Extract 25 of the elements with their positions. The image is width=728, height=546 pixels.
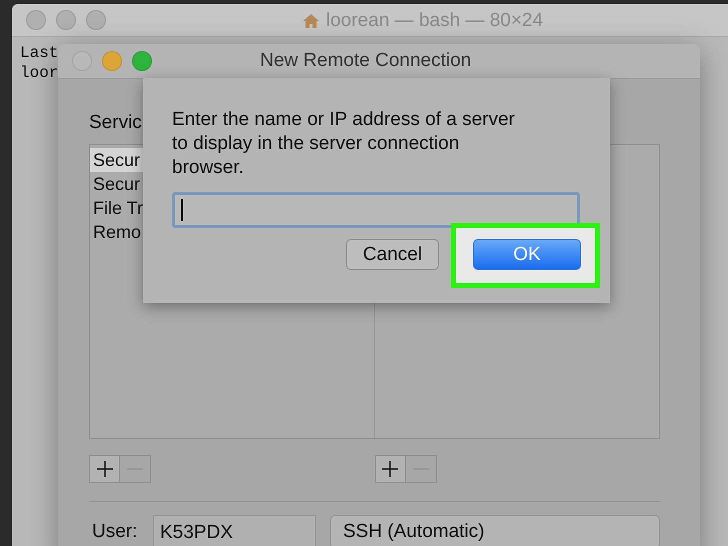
window-control-icon[interactable] — [26, 10, 46, 30]
service-item[interactable]: Secur — [90, 148, 143, 172]
home-icon — [302, 12, 320, 30]
server-input-field[interactable] — [172, 192, 580, 228]
service-item[interactable]: File Tr — [90, 196, 143, 220]
section-label: Servic — [89, 112, 143, 134]
plus-icon — [94, 459, 114, 479]
zoom-icon[interactable] — [132, 51, 152, 71]
cancel-button[interactable]: Cancel — [346, 239, 439, 270]
service-item[interactable]: Secur — [90, 172, 143, 196]
user-field[interactable]: K53PDX — [153, 515, 316, 546]
user-label: User: — [91, 521, 138, 543]
terminal-line: Last — [20, 43, 58, 63]
prompt-text: Enter the name or IP address of a server to display in the server connection browser. — [172, 108, 516, 180]
window-control-icon[interactable] — [56, 10, 76, 30]
window-title: loorean — bash — 80×24 — [326, 10, 544, 32]
protocol-popup[interactable]: SSH (Automatic) — [330, 515, 660, 546]
plus-icon — [380, 459, 400, 479]
window-control-icon[interactable] — [86, 10, 106, 30]
minimize-icon[interactable] — [102, 51, 122, 71]
add-button[interactable] — [89, 455, 120, 483]
terminal-line: loor — [20, 63, 58, 83]
add-button[interactable] — [374, 455, 406, 483]
window-title: New Remote Connection — [260, 50, 472, 72]
service-item[interactable]: Remo — [90, 220, 143, 244]
